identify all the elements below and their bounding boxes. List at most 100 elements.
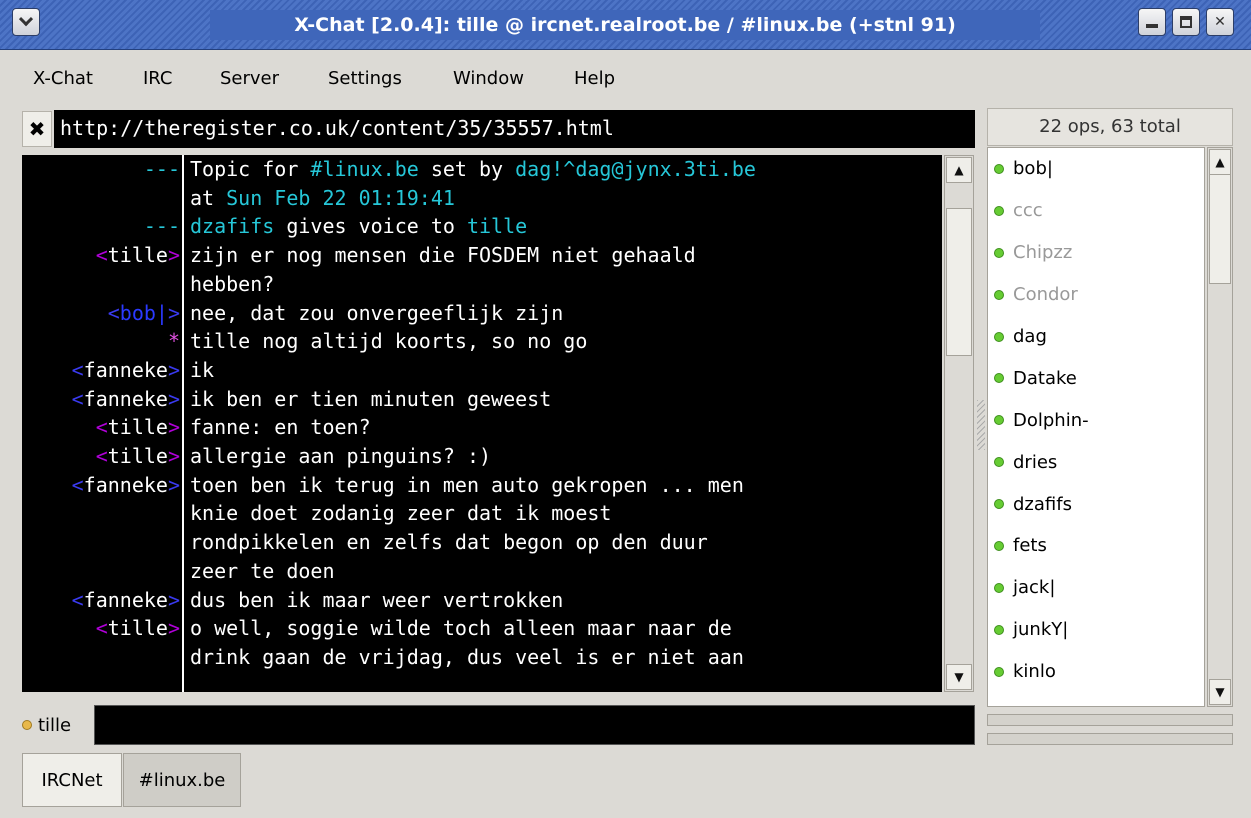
chat-line: * tille nog altijd koorts, so no go xyxy=(22,327,942,356)
chat-message: hebben? xyxy=(190,271,275,296)
op-status-icon xyxy=(994,331,1004,342)
op-status-icon xyxy=(994,540,1004,551)
chat-nick[interactable]: <fanneke> xyxy=(22,385,180,414)
user-list-item[interactable]: jack| xyxy=(988,567,1204,609)
scroll-thumb[interactable] xyxy=(1209,174,1231,284)
title-bar: X-Chat [2.0.4]: tille @ ircnet.realroot.… xyxy=(0,0,1251,50)
user-nick: Dolphin- xyxy=(1013,409,1089,431)
chat-line: <tille> fanne: en toen? xyxy=(22,413,942,442)
close-button[interactable]: ✕ xyxy=(1206,8,1234,36)
minimize-button[interactable] xyxy=(1138,8,1166,36)
chat-message: at Sun Feb 22 01:19:41 xyxy=(190,185,455,210)
scroll-up-icon[interactable]: ▲ xyxy=(1209,149,1231,175)
user-nick: bob| xyxy=(1013,158,1053,180)
status-dot-icon xyxy=(22,720,32,730)
chat-line: <fanneke> ik ben er tien minuten geweest xyxy=(22,385,942,414)
scroll-down-icon[interactable]: ▼ xyxy=(1209,679,1231,705)
chat-line: --- dzafifs gives voice to tille xyxy=(22,212,942,241)
lag-meter xyxy=(987,714,1233,726)
user-nick: Condor xyxy=(1013,284,1078,306)
user-items: bob| ccc Chipzz Condor dag Datake Dolphin-drie… xyxy=(988,148,1204,693)
chat-line: <tille> o well, soggie wilde toch alleen … xyxy=(22,614,942,643)
chat-scrollbar[interactable]: ▲ ▼ xyxy=(944,155,974,692)
chat-nick[interactable]: <tille> xyxy=(22,413,180,442)
chat-message: dzafifs gives voice to tille xyxy=(190,214,528,239)
user-nick: fets xyxy=(1013,535,1047,557)
chat-nick[interactable]: <bob|> xyxy=(22,299,180,328)
user-list-item[interactable]: dries xyxy=(988,441,1204,483)
chat-nick[interactable] xyxy=(22,528,180,557)
op-status-icon xyxy=(994,247,1004,258)
chat-line: <fanneke> ik xyxy=(22,356,942,385)
chat-nick[interactable]: --- xyxy=(22,212,180,241)
chat-nick[interactable]: <fanneke> xyxy=(22,356,180,385)
user-list-scrollbar[interactable]: ▲ ▼ xyxy=(1207,147,1233,707)
window-menu-button[interactable] xyxy=(12,8,40,36)
chat-line: drink gaan de vrijdag, dus veel is er ni… xyxy=(22,643,942,672)
menu-window[interactable]: Window xyxy=(453,68,524,89)
menu-help[interactable]: Help xyxy=(574,68,615,89)
user-list-item[interactable]: ccc xyxy=(988,190,1204,232)
user-nick: Datake xyxy=(1013,367,1077,389)
tab-linux-be[interactable]: #linux.be xyxy=(123,753,241,807)
user-list-item[interactable]: dag xyxy=(988,316,1204,358)
chat-message: dus ben ik maar weer vertrokken xyxy=(190,587,564,612)
chat-line: <fanneke> dus ben ik maar weer vertrokken xyxy=(22,586,942,615)
op-status-icon xyxy=(994,666,1004,677)
chat-nick[interactable]: * xyxy=(22,327,180,356)
menu-server[interactable]: Server xyxy=(220,68,279,89)
maximize-button[interactable] xyxy=(1172,8,1200,36)
scroll-up-icon[interactable]: ▲ xyxy=(946,157,972,183)
chat-nick[interactable]: <tille> xyxy=(22,442,180,471)
message-input[interactable] xyxy=(94,705,975,745)
chat-line: at Sun Feb 22 01:19:41 xyxy=(22,184,942,213)
chat-message: tille nog altijd koorts, so no go xyxy=(190,329,588,354)
user-nick: Chipzz xyxy=(1013,242,1073,264)
chat-nick[interactable]: <tille> xyxy=(22,241,180,270)
user-list-item[interactable]: Chipzz xyxy=(988,232,1204,274)
menu-xchat[interactable]: X-Chat xyxy=(33,68,93,89)
op-status-icon xyxy=(994,163,1004,174)
chat-nick[interactable]: <fanneke> xyxy=(22,471,180,500)
chat-nick[interactable] xyxy=(22,557,180,586)
close-icon: ✕ xyxy=(1214,14,1226,30)
user-list-item[interactable]: junkY| xyxy=(988,609,1204,651)
op-status-icon xyxy=(994,205,1004,216)
tab-ircnet[interactable]: IRCNet xyxy=(22,753,122,807)
chat-nick[interactable]: <fanneke> xyxy=(22,586,180,615)
chat-nick[interactable] xyxy=(22,643,180,672)
user-list-item[interactable]: kinlo xyxy=(988,651,1204,693)
chat-message: ik xyxy=(190,357,215,382)
topic-field[interactable]: http://theregister.co.uk/content/35/3555… xyxy=(54,110,975,148)
chat-nick[interactable]: <tille> xyxy=(22,614,180,643)
pane-resize-handle[interactable] xyxy=(977,400,985,450)
nick-button[interactable]: tille xyxy=(22,708,92,742)
chat-message: toen ben ik terug in men auto gekropen .… xyxy=(190,472,744,497)
chat-message: zijn er nog mensen die FOSDEM niet gehaa… xyxy=(190,243,696,268)
chat-line: <tille> allergie aan pinguins? :) xyxy=(22,442,942,471)
menu-bar: X-Chat IRC Server Settings Window Help xyxy=(0,50,1251,104)
chat-message: rondpikkelen en zelfs dat begon op den d… xyxy=(190,530,708,555)
user-nick: kinlo xyxy=(1013,661,1056,683)
scroll-thumb[interactable] xyxy=(946,208,972,356)
topic-close-button[interactable]: ✖ xyxy=(22,111,52,147)
user-list-item[interactable]: fets xyxy=(988,525,1204,567)
chat-nick[interactable] xyxy=(22,499,180,528)
user-list-item[interactable]: dzafifs xyxy=(988,483,1204,525)
op-status-icon xyxy=(994,499,1004,510)
chat-nick[interactable]: --- xyxy=(22,155,180,184)
user-list-item[interactable]: Condor xyxy=(988,274,1204,316)
user-list-item[interactable]: Datake xyxy=(988,357,1204,399)
chat-nick[interactable] xyxy=(22,270,180,299)
op-status-icon xyxy=(994,624,1004,635)
menu-settings[interactable]: Settings xyxy=(328,68,402,89)
chat-message: ik ben er tien minuten geweest xyxy=(190,386,552,411)
chat-message: Topic for #linux.be set by dag!^dag@jynx… xyxy=(190,157,756,181)
scroll-down-icon[interactable]: ▼ xyxy=(946,664,972,690)
window-title: X-Chat [2.0.4]: tille @ ircnet.realroot.… xyxy=(210,10,1040,40)
user-list-item[interactable]: Dolphin- xyxy=(988,399,1204,441)
user-list-item[interactable]: bob| xyxy=(988,148,1204,190)
chat-line: hebben? xyxy=(22,270,942,299)
menu-irc[interactable]: IRC xyxy=(143,68,173,89)
chat-nick[interactable] xyxy=(22,184,180,213)
